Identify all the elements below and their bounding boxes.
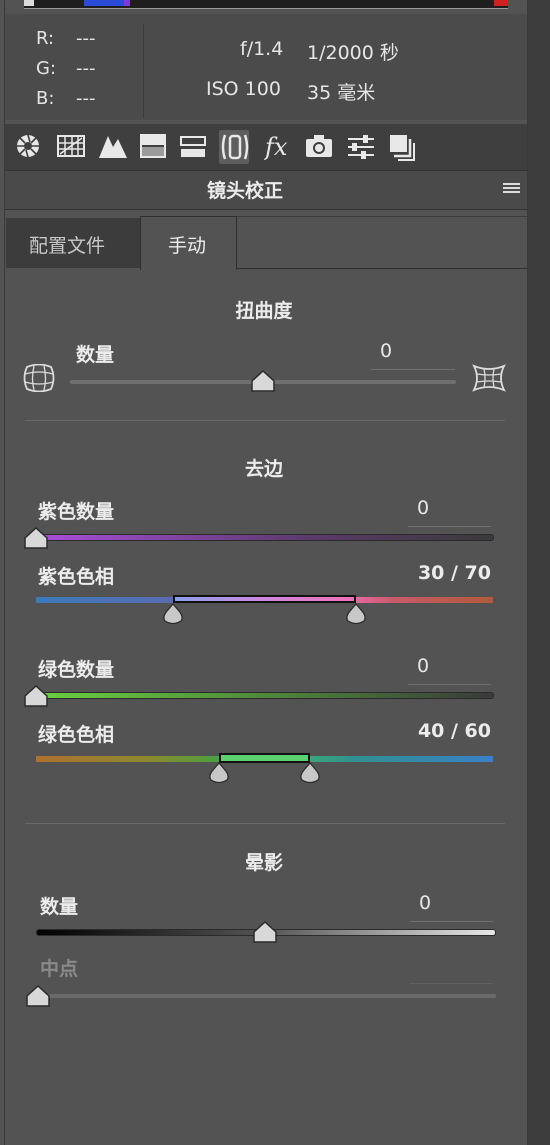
panel-frame	[4, 0, 528, 1145]
right-scroll-gutter	[528, 0, 550, 1145]
